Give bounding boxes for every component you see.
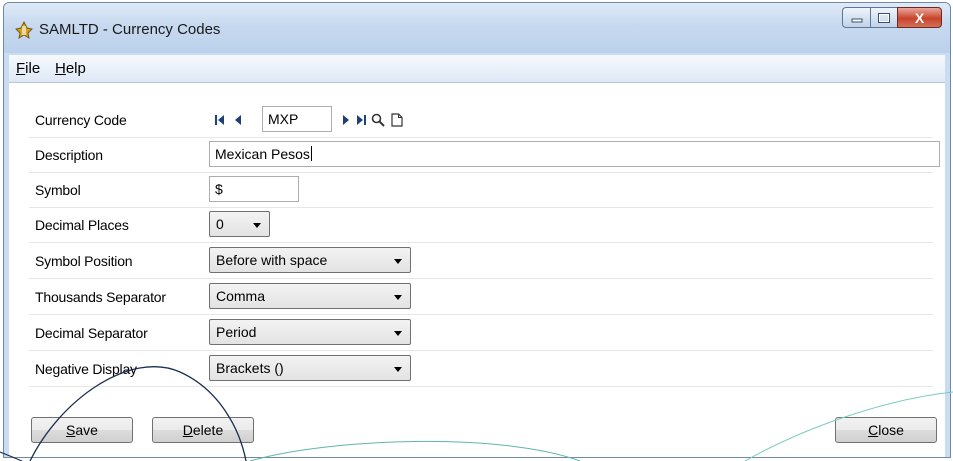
text-caret (310, 146, 312, 161)
first-record-icon[interactable] (214, 114, 226, 126)
decimal-places-select[interactable]: 0 (209, 211, 270, 237)
previous-record-icon[interactable] (232, 114, 244, 126)
row-divider (29, 278, 933, 279)
chevron-down-icon (394, 367, 402, 372)
menu-help[interactable]: Help (55, 60, 86, 77)
chevron-down-icon (253, 223, 261, 228)
new-record-icon[interactable] (391, 113, 403, 127)
row-divider (29, 314, 933, 315)
chevron-down-icon (394, 259, 402, 264)
window-title: SAMLTD - Currency Codes (39, 21, 221, 38)
close-icon: X (914, 9, 925, 26)
currency-code-input[interactable]: MXP (262, 106, 332, 132)
app-icon (14, 20, 34, 40)
delete-button[interactable]: Delete (152, 417, 254, 443)
symbol-label: Symbol (35, 182, 81, 198)
caption-buttons: X (842, 7, 942, 29)
menu-bar: File Help (9, 55, 945, 83)
description-label: Description (35, 147, 103, 163)
last-record-icon[interactable] (355, 114, 367, 126)
row-divider (29, 137, 933, 138)
symbol-position-select[interactable]: Before with space (209, 247, 411, 273)
negative-display-label: Negative Display (35, 361, 137, 377)
maximize-button[interactable] (870, 7, 897, 28)
negative-display-select[interactable]: Brackets () (209, 355, 411, 381)
thousands-separator-label: Thousands Separator (35, 289, 166, 305)
row-divider (29, 242, 933, 243)
description-input[interactable]: Mexican Pesos (209, 141, 940, 167)
currency-code-label: Currency Code (35, 112, 127, 128)
decimal-places-label: Decimal Places (35, 217, 129, 233)
row-divider (29, 207, 933, 208)
title-bar[interactable]: SAMLTD - Currency Codes X (4, 3, 950, 53)
thousands-separator-select[interactable]: Comma (209, 283, 411, 309)
row-divider (29, 172, 933, 173)
decimal-separator-select[interactable]: Period (209, 319, 411, 345)
maximize-icon (878, 12, 890, 23)
row-divider (29, 386, 933, 387)
form-panel: Currency Code MXP Description Mexican Pe… (9, 83, 945, 457)
menu-file[interactable]: File (16, 60, 40, 77)
minimize-icon (851, 18, 862, 22)
close-window-button[interactable]: X (897, 7, 942, 28)
row-divider (29, 350, 933, 351)
minimize-button[interactable] (842, 7, 870, 28)
search-icon[interactable] (371, 113, 385, 127)
decimal-separator-label: Decimal Separator (35, 325, 148, 341)
chevron-down-icon (394, 295, 402, 300)
save-button[interactable]: Save (31, 417, 133, 443)
currency-codes-window: SAMLTD - Currency Codes X File Help Curr… (3, 2, 951, 458)
symbol-input[interactable]: $ (209, 176, 299, 202)
symbol-position-label: Symbol Position (35, 253, 133, 269)
next-record-icon[interactable] (340, 114, 352, 126)
chevron-down-icon (394, 331, 402, 336)
close-button[interactable]: Close (835, 417, 937, 443)
